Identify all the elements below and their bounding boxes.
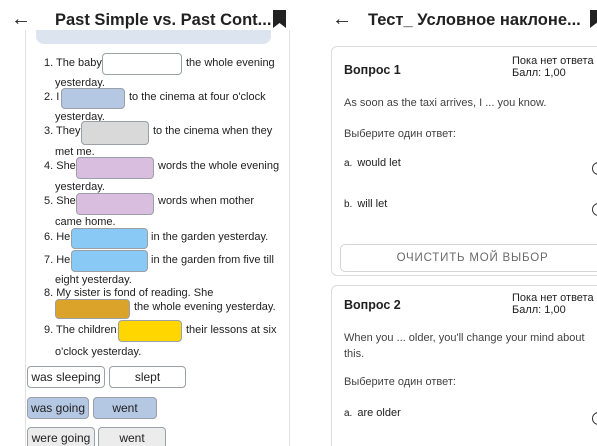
question-7-text: 7. He (44, 254, 71, 266)
card-top-strip (36, 30, 271, 44)
option-letter: a. (344, 158, 353, 169)
question-1-status: Пока нет ответа (512, 55, 594, 67)
question-2-text: 2. I (44, 91, 60, 103)
question-1-heading: Вопрос 1 (344, 63, 401, 77)
question-9-drop-slot[interactable] (118, 320, 182, 342)
page-title: Past Simple vs. Past Cont... (55, 11, 272, 29)
bookmark-icon[interactable] (273, 10, 286, 28)
question-3-after: to the cinema when they (153, 125, 273, 137)
question-7-drop-slot[interactable] (71, 250, 148, 272)
answer-chip-was-going[interactable]: was going (27, 397, 89, 419)
page-title: Тест_ Условное наклоне... (368, 11, 581, 29)
question-7-after: in the garden from five till (151, 254, 274, 266)
radio-option-a[interactable] (592, 162, 597, 175)
question-7-cont: eight yesterday. (55, 274, 132, 286)
question-1-option-a[interactable]: a. would let (344, 157, 401, 169)
question-9-after: their lessons at six (186, 324, 277, 336)
question-2-heading: Вопрос 2 (344, 298, 401, 312)
right-screen: ← Тест_ Условное наклоне... Вопрос 1 Пок… (322, 0, 597, 446)
question-4-drop-slot[interactable] (76, 157, 154, 179)
option-letter: b. (344, 199, 353, 210)
question-1-drop-slot[interactable] (102, 53, 182, 75)
question-1-after: the whole evening (186, 57, 275, 69)
question-2-status: Пока нет ответа (512, 292, 594, 304)
question-8-after: the whole evening yesterday. (134, 301, 276, 313)
question-5-drop-slot[interactable] (76, 193, 154, 215)
question-1-score: Балл: 1,00 (512, 67, 566, 79)
question-2-text: When you ... older, you'll change your m… (344, 332, 585, 360)
question-5-after: words when mother (158, 195, 254, 207)
question-3-drop-slot[interactable] (81, 121, 149, 145)
back-arrow-icon[interactable]: ← (332, 6, 352, 32)
question-5-text: 5. She (44, 195, 76, 207)
question-card-2: Вопрос 2 Пока нет ответа Балл: 1,00 When… (331, 285, 597, 446)
question-1-prompt: Выберите один ответ: (344, 128, 456, 140)
radio-option-a[interactable] (592, 412, 597, 425)
bookmark-icon[interactable] (590, 10, 597, 28)
question-3-text: 3. They (44, 125, 81, 137)
question-1-option-b[interactable]: b. will let (344, 198, 387, 210)
answer-chip-went-2[interactable]: went (98, 427, 166, 446)
question-6-drop-slot[interactable] (71, 228, 148, 249)
option-text: would let (357, 157, 401, 169)
back-arrow-icon[interactable]: ← (11, 6, 35, 32)
question-2-drop-slot[interactable] (61, 88, 125, 109)
answer-chip-was-sleeping[interactable]: was sleeping (27, 366, 105, 388)
question-1-text: As soon as the taxi arrives, I ... you k… (344, 97, 547, 109)
question-4-text: 4. She (44, 160, 76, 172)
clear-choice-button[interactable]: ОЧИСТИТЬ МОЙ ВЫБОР (340, 244, 597, 272)
option-text: will let (357, 198, 388, 210)
option-letter: a. (344, 408, 353, 419)
radio-option-b[interactable] (592, 203, 597, 216)
question-8-drop-slot[interactable] (55, 299, 130, 319)
question-9-text: 9. The children (44, 324, 117, 336)
question-6-after: in the garden yesterday. (151, 231, 269, 243)
question-2-option-a[interactable]: a. are older (344, 407, 401, 419)
answer-chip-were-going[interactable]: were going (27, 427, 95, 446)
question-2-prompt: Выберите один ответ: (344, 376, 456, 388)
question-card-1: Вопрос 1 Пока нет ответа Балл: 1,00 As s… (331, 46, 597, 276)
question-4-after: words the whole evening (158, 160, 280, 172)
option-text: are older (357, 407, 401, 419)
answer-chip-slept[interactable]: slept (109, 366, 186, 388)
left-screen: ← Past Simple vs. Past Cont... 1. The ba… (0, 0, 300, 446)
question-2-after: to the cinema at four o'clock (129, 91, 266, 103)
question-2-score: Балл: 1,00 (512, 304, 566, 316)
question-1-text: 1. The baby (44, 57, 102, 69)
question-9-cont: o'clock yesterday. (55, 346, 142, 358)
question-6-text: 6. He (44, 231, 71, 243)
answer-chip-went[interactable]: went (93, 397, 157, 419)
